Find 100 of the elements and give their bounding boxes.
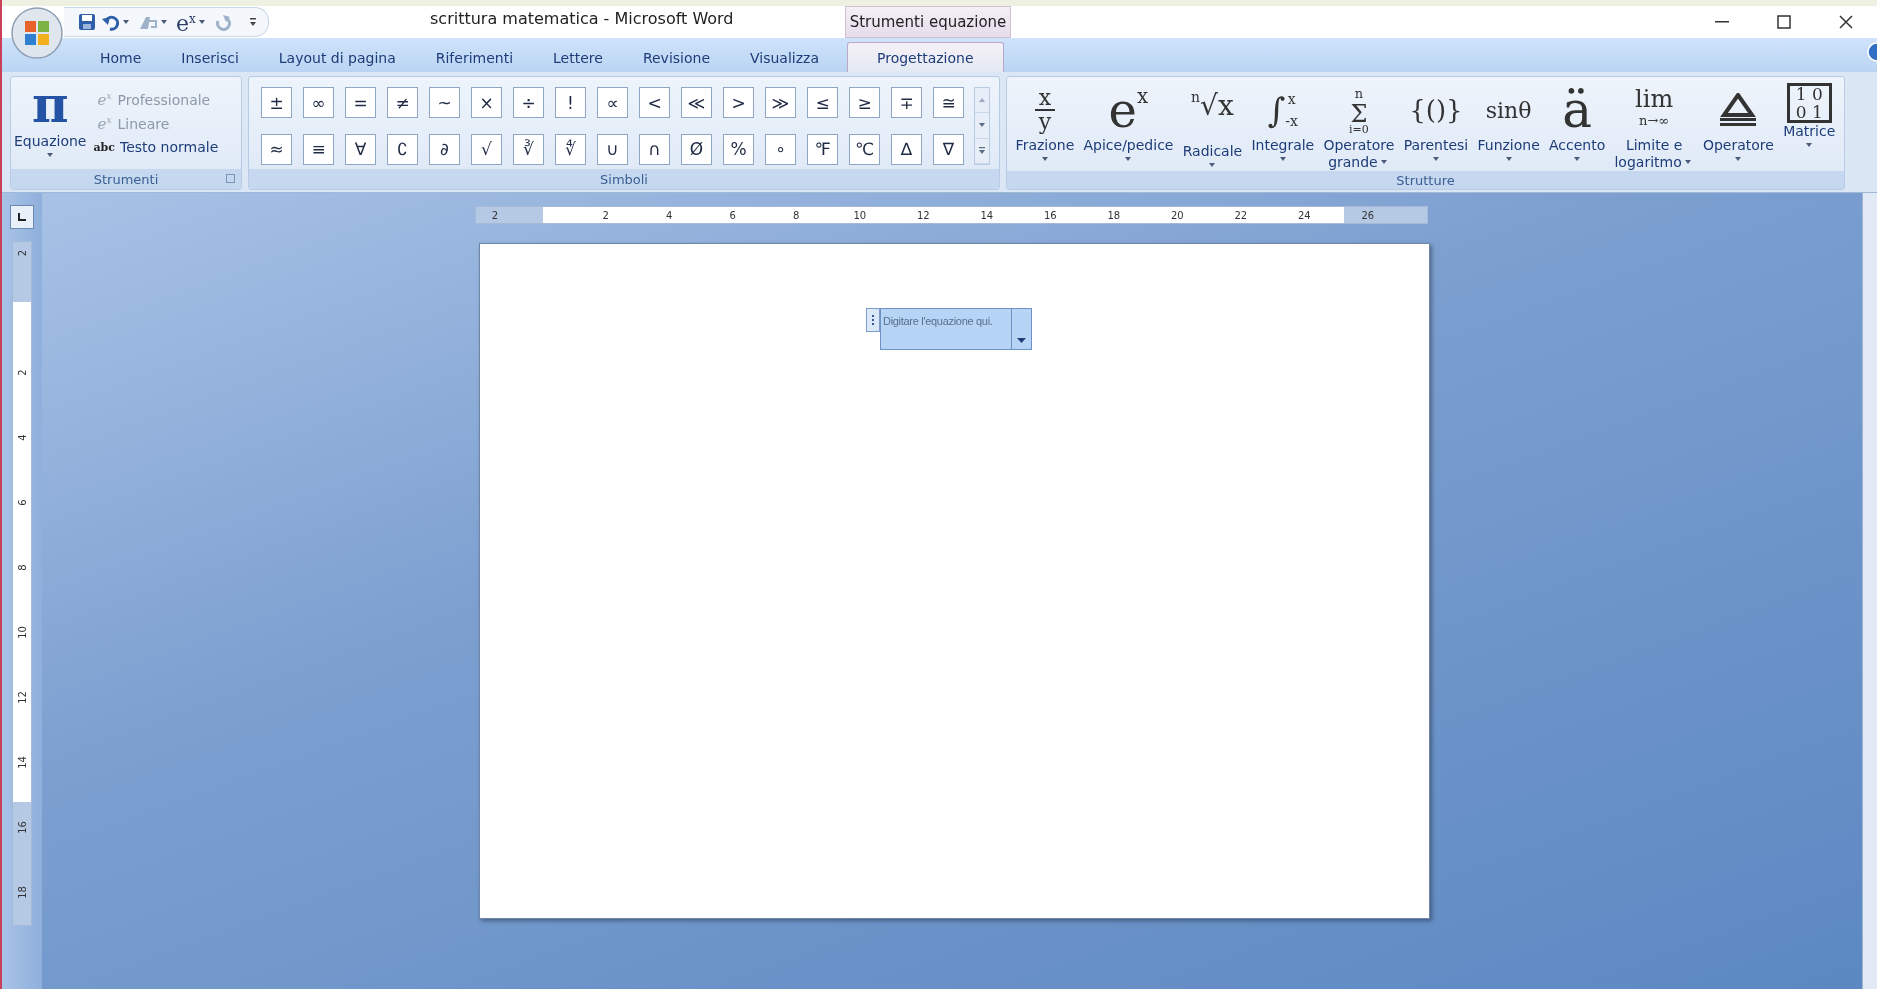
- ribbon-tab[interactable]: Revisione: [622, 42, 730, 72]
- tab-stop-button[interactable]: [10, 205, 34, 229]
- symbol-button[interactable]: =: [345, 87, 376, 118]
- caret-icon: [1806, 143, 1813, 147]
- more-icon: [979, 147, 985, 155]
- option-button[interactable]: abc Testo normale: [93, 139, 219, 155]
- symbol-button[interactable]: %: [723, 133, 754, 165]
- symbol-button[interactable]: ≡: [303, 133, 334, 165]
- ruler-number: 4: [15, 434, 29, 441]
- structure-button[interactable]: Operatore: [1699, 77, 1777, 171]
- ribbon-tab[interactable]: Inserisci: [161, 42, 259, 72]
- symbol-button[interactable]: ≤: [807, 87, 838, 118]
- caret-icon: [1684, 160, 1691, 164]
- ruler-number: 24: [1296, 209, 1312, 221]
- close-icon: [1839, 15, 1853, 29]
- ruler-number: 14: [15, 756, 29, 769]
- symbol-button[interactable]: ∩: [639, 133, 670, 165]
- ruler-number: 10: [15, 626, 29, 639]
- structure-button[interactable]: ä Accento: [1546, 77, 1609, 171]
- ruler-number: 16: [15, 821, 29, 834]
- symbol-button[interactable]: >: [723, 87, 754, 118]
- symbol-button[interactable]: ∁: [387, 133, 418, 165]
- function-icon: sinθ: [1485, 83, 1532, 137]
- symbol-button[interactable]: ≪: [681, 87, 712, 118]
- symbol-button[interactable]: ∪: [597, 133, 628, 165]
- ruler-number: 20: [1169, 209, 1185, 221]
- drag-handle[interactable]: [866, 308, 880, 332]
- symbol-button[interactable]: ∛: [513, 133, 544, 165]
- matrix-icon: 1 0 0 1: [1786, 83, 1832, 123]
- ruler-number: 18: [15, 886, 29, 899]
- summation-icon: n Σ i=0: [1349, 83, 1369, 137]
- ruler-number: 10: [852, 209, 868, 221]
- symbol-button[interactable]: ∂: [429, 133, 460, 165]
- group-label: Simboli: [600, 171, 648, 187]
- ribbon-tab[interactable]: Riferimenti: [415, 42, 534, 72]
- structure-button[interactable]: sinθ Funzione: [1474, 77, 1543, 171]
- caret-icon: [1574, 157, 1581, 161]
- symbol-button[interactable]: ∀: [345, 133, 376, 165]
- symbol-button[interactable]: ∓: [891, 87, 922, 118]
- symbol-button[interactable]: ±: [261, 87, 292, 118]
- accent-icon: ä: [1562, 83, 1593, 137]
- symbol-button[interactable]: ℉: [807, 133, 838, 165]
- symbol-button[interactable]: ×: [471, 87, 502, 118]
- caret-icon: [161, 20, 167, 24]
- symbol-button[interactable]: √: [471, 133, 502, 165]
- symbol-button[interactable]: ∆: [891, 133, 922, 165]
- caret-icon: [1279, 157, 1286, 161]
- caret-icon: [123, 20, 129, 24]
- symbol-button[interactable]: ÷: [513, 87, 544, 118]
- ruler-number: 8: [15, 564, 29, 571]
- caret-icon: [47, 153, 54, 157]
- caret-icon: [1735, 157, 1742, 161]
- equation-button[interactable]: π Equazione: [11, 77, 90, 169]
- caret-icon: [1380, 160, 1387, 164]
- symbol-button[interactable]: !: [555, 87, 586, 118]
- structure-button[interactable]: x y Frazione: [1012, 77, 1078, 171]
- symbol-button[interactable]: ∘: [765, 133, 796, 165]
- symbol-button[interactable]: ∝: [597, 87, 628, 118]
- text-icon: abc: [93, 140, 115, 154]
- ruler-number: 2: [601, 209, 610, 221]
- equation-icon: e$^{x}$: [176, 8, 196, 36]
- symbol-button[interactable]: ≠: [387, 87, 418, 118]
- ribbon-tab[interactable]: Lettere: [533, 42, 623, 72]
- symbol-button[interactable]: ≫: [765, 87, 796, 118]
- symbol-button[interactable]: ~: [429, 87, 460, 118]
- toolbar-button[interactable]: [247, 16, 258, 28]
- symbol-button[interactable]: Ø: [681, 133, 712, 165]
- maximize-icon: [1777, 15, 1791, 29]
- structure-button[interactable]: lim n→∞ Limite e logaritmo: [1611, 77, 1697, 171]
- dialog-launcher-icon[interactable]: [226, 174, 235, 183]
- toolbar-button[interactable]: [78, 13, 96, 31]
- symbol-button[interactable]: ℃: [849, 133, 880, 165]
- ribbon-tab[interactable]: Layout di pagina: [258, 42, 416, 72]
- symbol-button[interactable]: ∇: [933, 133, 964, 165]
- symbol-button[interactable]: <: [639, 87, 670, 118]
- office-button[interactable]: [10, 6, 64, 60]
- symbol-button[interactable]: ≥: [849, 87, 880, 118]
- symbol-button[interactable]: ∞: [303, 87, 334, 118]
- symbol-button[interactable]: ∜: [555, 133, 586, 165]
- more-button[interactable]: [975, 138, 989, 164]
- ribbon-tab[interactable]: Visualizza: [730, 42, 839, 72]
- vertical-scrollbar[interactable]: [1862, 193, 1877, 989]
- structure-button[interactable]: n Σ i=0 Operatore grande: [1320, 77, 1398, 171]
- symbol-button[interactable]: ≈: [261, 133, 292, 165]
- operator-icon: [1718, 93, 1759, 127]
- caret-icon: [1017, 338, 1026, 343]
- ruler-number: 2: [15, 249, 29, 257]
- math-icon: e$^{x}$: [93, 91, 116, 109]
- ribbon-tab[interactable]: Home: [80, 42, 162, 72]
- undo-icon: [102, 13, 120, 31]
- structure-button[interactable]: 1 0 0 1 Matrice: [1780, 77, 1839, 171]
- toolbar-button[interactable]: e$^{x}$: [176, 8, 208, 36]
- symbol-button[interactable]: ≅: [933, 87, 964, 118]
- caret-icon: [1041, 157, 1048, 161]
- math-icon: e$^{x}$: [93, 115, 116, 133]
- caret-icon: [198, 20, 205, 24]
- ribbon-tab[interactable]: Progettazione: [847, 42, 1004, 72]
- group-label: Strumenti: [93, 171, 159, 187]
- structure-button[interactable]: {()} Parentesi: [1400, 77, 1472, 171]
- save-icon: [78, 13, 96, 31]
